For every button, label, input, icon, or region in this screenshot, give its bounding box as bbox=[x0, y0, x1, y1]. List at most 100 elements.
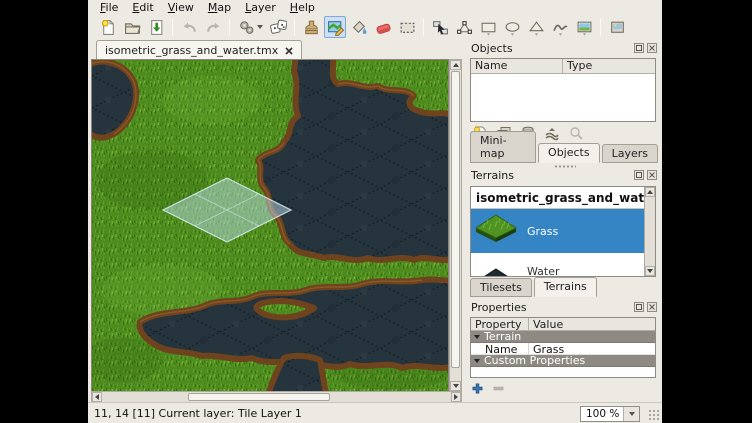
insert-polygon-button[interactable] bbox=[525, 16, 547, 38]
close-panel-button[interactable] bbox=[647, 43, 657, 53]
zoom-value[interactable]: 100 % bbox=[581, 407, 623, 421]
automap-button[interactable] bbox=[235, 16, 265, 38]
insert-image-button[interactable] bbox=[606, 16, 628, 38]
terrain-name: Grass bbox=[527, 225, 558, 238]
raise-objects-button[interactable] bbox=[544, 125, 561, 142]
tileset-name-header[interactable]: isometric_grass_and_water bbox=[471, 187, 655, 209]
properties-table[interactable]: Property Value Terrain Name Grass Custom… bbox=[470, 317, 656, 378]
insert-rectangle-icon bbox=[480, 19, 497, 36]
arrow-down-icon bbox=[647, 269, 653, 273]
terrain-item-water[interactable]: Water bbox=[471, 253, 655, 277]
redo-button[interactable] bbox=[202, 16, 224, 38]
terrain-brush-icon bbox=[327, 19, 344, 36]
map-canvas[interactable] bbox=[92, 60, 448, 391]
automap-gears-icon bbox=[238, 19, 255, 36]
float-panel-button[interactable] bbox=[634, 302, 644, 312]
save-button[interactable] bbox=[145, 16, 167, 38]
property-value[interactable]: Grass bbox=[529, 343, 655, 354]
tab-layers[interactable]: Layers bbox=[602, 144, 658, 163]
menu-help[interactable]: Help bbox=[283, 0, 322, 15]
toolbar-separator bbox=[172, 19, 173, 36]
toolbar-separator bbox=[294, 19, 295, 36]
zoom-dropdown-button[interactable] bbox=[623, 407, 639, 421]
redo-icon bbox=[205, 19, 222, 36]
collapse-arrow-icon bbox=[474, 359, 480, 363]
menu-layer[interactable]: Layer bbox=[238, 0, 283, 15]
scroll-down-button[interactable] bbox=[450, 381, 461, 391]
undo-button[interactable] bbox=[178, 16, 200, 38]
document-tab[interactable]: isometric_grass_and_water.tmx bbox=[96, 40, 302, 60]
map-vertical-scrollbar[interactable] bbox=[449, 59, 462, 392]
close-icon[interactable] bbox=[285, 47, 293, 55]
insert-rectangle-button[interactable] bbox=[477, 16, 499, 38]
terrains-list[interactable]: isometric_grass_and_water Grass bbox=[470, 186, 656, 277]
scroll-up-button[interactable] bbox=[450, 60, 461, 70]
insert-tile-button[interactable] bbox=[573, 16, 595, 38]
inspect-object-button[interactable] bbox=[568, 125, 585, 142]
toolbar-separator bbox=[229, 19, 230, 36]
terrain-item-grass[interactable]: Grass bbox=[471, 209, 655, 253]
scroll-right-button[interactable] bbox=[451, 392, 461, 402]
add-property-button[interactable] bbox=[471, 382, 484, 395]
arrow-up-icon bbox=[647, 190, 653, 194]
zoom-combobox[interactable]: 100 % bbox=[580, 406, 640, 422]
objects-panel-title-label: Objects bbox=[471, 42, 513, 55]
close-panel-button[interactable] bbox=[647, 170, 657, 180]
tab-terrains[interactable]: Terrains bbox=[534, 277, 597, 297]
menu-map[interactable]: Map bbox=[201, 0, 238, 15]
open-button[interactable] bbox=[121, 16, 143, 38]
dice-icon bbox=[270, 19, 287, 36]
group-label: Terrain bbox=[484, 330, 521, 343]
bucket-fill-button[interactable] bbox=[348, 16, 370, 38]
value-column[interactable]: Value bbox=[529, 318, 655, 330]
toolbar-separator bbox=[423, 19, 424, 36]
new-button[interactable] bbox=[97, 16, 119, 38]
vscroll-thumb[interactable] bbox=[451, 71, 460, 368]
save-icon bbox=[148, 19, 165, 36]
eraser-button[interactable] bbox=[372, 16, 394, 38]
rect-select-button[interactable] bbox=[396, 16, 418, 38]
property-group-terrain[interactable]: Terrain bbox=[471, 331, 655, 343]
insert-polyline-button[interactable] bbox=[549, 16, 571, 38]
scroll-down-button[interactable] bbox=[645, 266, 655, 276]
property-column[interactable]: Property bbox=[471, 318, 529, 330]
edit-polygons-button[interactable] bbox=[453, 16, 475, 38]
open-folder-icon bbox=[124, 19, 141, 36]
group-label: Custom Properties bbox=[484, 354, 585, 367]
insert-ellipse-button[interactable] bbox=[501, 16, 523, 38]
insert-polyline-icon bbox=[552, 19, 569, 36]
tiled-window: File Edit View Map Layer Help bbox=[88, 0, 662, 423]
float-panel-button[interactable] bbox=[634, 170, 644, 180]
close-panel-button[interactable] bbox=[647, 302, 657, 312]
eraser-icon bbox=[375, 19, 392, 36]
arrow-left-icon bbox=[95, 394, 99, 400]
rect-select-icon bbox=[399, 19, 416, 36]
dock-tabs-bottom: Tilesets Terrains bbox=[470, 279, 599, 297]
menu-edit[interactable]: Edit bbox=[125, 0, 160, 15]
remove-property-button[interactable] bbox=[492, 382, 505, 395]
menu-view[interactable]: View bbox=[161, 0, 201, 15]
hscroll-thumb[interactable] bbox=[188, 393, 330, 401]
objects-table[interactable]: Name Type bbox=[470, 58, 656, 122]
terrains-scrollbar[interactable] bbox=[644, 187, 655, 276]
terrain-brush-button[interactable] bbox=[324, 16, 346, 38]
main-toolbar bbox=[88, 15, 662, 39]
objects-column-name[interactable]: Name bbox=[471, 59, 563, 73]
property-group-custom[interactable]: Custom Properties bbox=[471, 355, 655, 367]
stamp-brush-button[interactable] bbox=[300, 16, 322, 38]
scroll-left-button[interactable] bbox=[92, 392, 102, 402]
select-objects-button[interactable] bbox=[429, 16, 451, 38]
objects-column-type[interactable]: Type bbox=[563, 59, 655, 73]
menu-file[interactable]: File bbox=[93, 0, 125, 15]
tab-mini-map[interactable]: Mini-map bbox=[470, 131, 536, 163]
arrow-right-icon bbox=[454, 394, 458, 400]
objects-panel-title: Objects bbox=[468, 42, 660, 56]
resize-grip[interactable] bbox=[648, 409, 660, 421]
map-view[interactable] bbox=[91, 59, 449, 392]
random-mode-button[interactable] bbox=[267, 16, 289, 38]
tab-objects[interactable]: Objects bbox=[538, 143, 600, 163]
dock-splitter-handle[interactable] bbox=[554, 165, 576, 168]
scroll-up-button[interactable] bbox=[645, 187, 655, 197]
float-panel-button[interactable] bbox=[634, 43, 644, 53]
tab-tilesets[interactable]: Tilesets bbox=[470, 278, 532, 297]
